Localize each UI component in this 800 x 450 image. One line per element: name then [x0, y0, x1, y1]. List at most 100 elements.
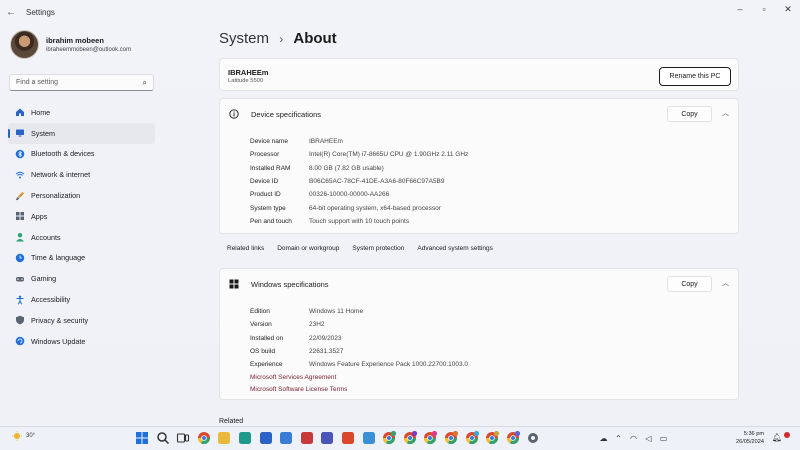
- file-explorer-icon[interactable]: [216, 430, 232, 446]
- clock[interactable]: 5:36 pm 26/05/2024: [736, 430, 764, 446]
- chrome-icon[interactable]: [196, 430, 212, 446]
- pc-model: Latitude 5500: [228, 78, 264, 84]
- chevron-up-icon[interactable]: ⌃: [613, 433, 624, 444]
- rename-pc-button[interactable]: Rename this PC: [659, 67, 731, 86]
- spec-value[interactable]: Windows Feature Experience Pack 1000.227…: [309, 361, 468, 368]
- sidebar-item-accounts[interactable]: Accounts: [8, 227, 155, 248]
- spec-value[interactable]: 23H2: [309, 321, 325, 328]
- spec-row: System type 64-bit operating system, x64-…: [250, 201, 468, 214]
- spec-value[interactable]: 64-bit operating system, x64-based proce…: [309, 205, 441, 212]
- battery-icon[interactable]: ▭: [658, 433, 669, 444]
- spec-value[interactable]: B06C65AC-78CF-41DE-A3A6-80F66C97A5B9: [309, 178, 445, 185]
- sidebar-item-accessibility[interactable]: Accessibility: [8, 289, 155, 310]
- copy-device-specs-button[interactable]: Copy: [667, 106, 712, 122]
- chrome-profile-icon[interactable]: [464, 430, 480, 446]
- volume-icon[interactable]: ◁: [643, 433, 654, 444]
- spec-row: Pen and touch Touch support with 10 touch…: [250, 215, 468, 228]
- apps-icon: [16, 212, 24, 221]
- spec-label: Experience: [250, 361, 283, 369]
- chrome-profile-icon[interactable]: [484, 430, 500, 446]
- sidebar-item-label: Apps: [31, 211, 48, 221]
- cloud-icon[interactable]: ☁: [598, 433, 609, 444]
- device-specs-title: Device specifications: [251, 109, 322, 119]
- spec-row: Device name IBRAHEEm: [250, 135, 468, 148]
- windows-specs-header[interactable]: Windows specifications: [220, 269, 738, 299]
- wifi-icon[interactable]: ◠: [628, 433, 639, 444]
- sidebar-item-system[interactable]: System: [8, 122, 155, 144]
- chrome-profile-icon[interactable]: [381, 430, 397, 446]
- task-view-icon[interactable]: [175, 430, 191, 446]
- gmail-icon[interactable]: [340, 430, 356, 446]
- pc-name: IBRAHEEm: [228, 68, 269, 77]
- breadcrumb-system[interactable]: System: [219, 30, 269, 47]
- close-icon[interactable]: ✕: [776, 0, 800, 18]
- services-agreement-link[interactable]: Microsoft Services Agreement: [250, 374, 336, 381]
- notepad-icon[interactable]: [361, 430, 377, 446]
- chevron-up-icon[interactable]: ︿: [722, 278, 729, 288]
- sidebar-item-time-language[interactable]: Time & language: [8, 248, 155, 269]
- accessibility-icon: [16, 295, 24, 305]
- sidebar-item-network-internet[interactable]: Network & internet: [8, 164, 155, 185]
- photos-icon[interactable]: [258, 430, 274, 446]
- related-links-bar: Related links Domain or workgroup System…: [219, 238, 739, 258]
- spec-row: Version 23H2: [250, 318, 468, 331]
- spec-value[interactable]: IBRAHEEm: [309, 138, 343, 145]
- sidebar-item-label: Network & internet: [31, 170, 91, 180]
- device-specs-header[interactable]: Device specifications: [220, 99, 738, 129]
- spec-label: Product ID: [250, 191, 281, 199]
- maximize-icon[interactable]: ▫: [752, 0, 776, 18]
- sidebar-item-apps[interactable]: Apps: [8, 206, 155, 227]
- clock-time: 5:36 pm: [743, 431, 764, 437]
- spec-value[interactable]: Intel(R) Core(TM) i7-8665U CPU @ 1.90GHz…: [309, 151, 468, 158]
- search-input[interactable]: Find a setting ⌕: [9, 74, 154, 91]
- back-arrow-icon[interactable]: ←: [0, 7, 22, 18]
- teams-icon[interactable]: [319, 430, 335, 446]
- sidebar-item-personalization[interactable]: Personalization: [8, 185, 155, 206]
- windows-start-icon[interactable]: [134, 430, 150, 446]
- notification-bell-icon[interactable]: 🔔︎: [772, 433, 782, 442]
- info-icon: [229, 109, 239, 119]
- brush-icon: [16, 191, 24, 200]
- app-icon[interactable]: [299, 430, 315, 446]
- license-terms-link[interactable]: Microsoft Software License Terms: [250, 386, 347, 393]
- spec-row: Installed RAM 8.00 GB (7.82 GB usable): [250, 162, 468, 175]
- spec-value[interactable]: Touch support with 10 touch points: [309, 218, 409, 225]
- sidebar-item-label: Bluetooth & devices: [31, 149, 95, 159]
- advanced-system-settings-link[interactable]: Advanced system settings: [417, 245, 493, 252]
- chevron-up-icon[interactable]: ︿: [722, 108, 729, 118]
- system-protection-link[interactable]: System protection: [352, 245, 404, 252]
- minimize-icon[interactable]: –: [728, 0, 752, 18]
- sidebar-item-privacy-security[interactable]: Privacy & security: [8, 310, 155, 331]
- sidebar-item-label: Time & language: [31, 253, 86, 263]
- sidebar-item-gaming[interactable]: Gaming: [8, 268, 155, 289]
- search-icon[interactable]: [155, 430, 171, 446]
- domain-workgroup-link[interactable]: Domain or workgroup: [277, 245, 339, 252]
- user-profile[interactable]: ibrahim mobeen ibraheemmobeen@outlook.co…: [10, 30, 131, 59]
- copy-windows-specs-button[interactable]: Copy: [667, 276, 712, 292]
- device-specs-table: Device name IBRAHEEm Processor Intel(R) Cor…: [250, 135, 468, 228]
- bluetooth-icon: [15, 149, 25, 159]
- related-section-title: Related: [219, 418, 244, 425]
- store-icon[interactable]: [278, 430, 294, 446]
- settings-gear-icon[interactable]: [525, 430, 541, 446]
- sidebar-item-bluetooth-devices[interactable]: Bluetooth & devices: [8, 144, 155, 165]
- spec-label: OS build: [250, 348, 275, 356]
- chrome-profile-icon[interactable]: [402, 430, 418, 446]
- sidebar-item-home[interactable]: Home: [8, 102, 155, 123]
- spec-value[interactable]: 8.00 GB (7.82 GB usable): [309, 165, 384, 172]
- spec-row: Processor Intel(R) Core(TM) i7-8665U CPU …: [250, 148, 468, 161]
- edge-icon[interactable]: [237, 430, 253, 446]
- spec-value[interactable]: 22631.3527: [309, 348, 343, 355]
- sidebar-item-windows-update[interactable]: Windows Update: [8, 331, 155, 352]
- spec-value[interactable]: Windows 11 Home: [309, 308, 363, 315]
- spec-value[interactable]: 00326-10000-00000-AA266: [309, 191, 389, 198]
- weather-temp: 30°: [26, 433, 36, 439]
- weather-widget[interactable]: 30°: [12, 431, 35, 441]
- spec-value[interactable]: 22/09/2023: [309, 335, 342, 342]
- chrome-profile-icon[interactable]: [422, 430, 438, 446]
- sidebar-item-label: Privacy & security: [31, 315, 89, 325]
- chrome-profile-icon[interactable]: [443, 430, 459, 446]
- sidebar-item-label: System: [31, 128, 55, 138]
- chrome-profile-icon[interactable]: [505, 430, 521, 446]
- sidebar-item-label: Accessibility: [31, 295, 71, 305]
